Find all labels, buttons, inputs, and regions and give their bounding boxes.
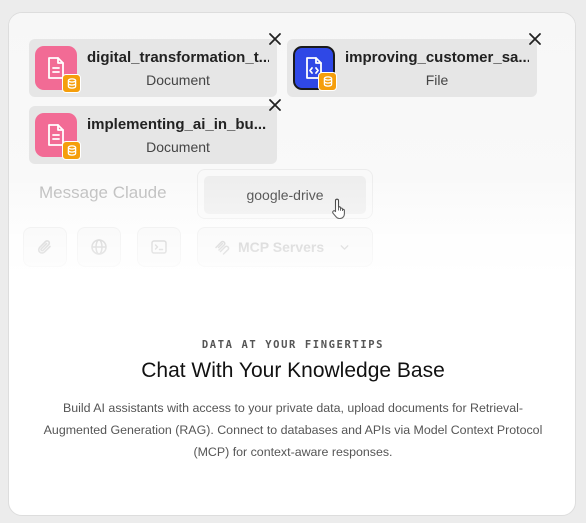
feature-card: digital_transformation_t... Document imp…	[8, 12, 576, 516]
attachment-type: Document	[146, 72, 210, 88]
terminal-button[interactable]	[137, 227, 181, 267]
paperclip-icon	[37, 240, 51, 254]
attachment-card[interactable]: implementing_ai_in_bu... Document	[29, 106, 277, 164]
chat-preview: digital_transformation_t... Document imp…	[9, 13, 575, 293]
database-icon	[62, 141, 81, 160]
close-icon[interactable]	[267, 97, 283, 113]
message-input[interactable]: Message Claude	[39, 183, 167, 203]
database-icon	[62, 74, 81, 93]
chevron-down-icon	[340, 244, 349, 250]
attachment-card[interactable]: improving_customer_sa... File	[287, 39, 537, 97]
globe-icon	[91, 239, 107, 255]
document-icon	[35, 46, 81, 93]
feature-eyebrow: DATA AT YOUR FINGERTIPS	[201, 339, 385, 351]
attachment-name: improving_customer_sa...	[345, 49, 529, 66]
mcp-servers-label: MCP Servers	[238, 239, 325, 255]
database-icon	[318, 72, 337, 91]
mcp-icon	[215, 240, 230, 255]
attachment-name: implementing_ai_in_bu...	[87, 116, 267, 133]
attachment-name: digital_transformation_t...	[87, 49, 269, 66]
feature-title: Chat With Your Knowledge Base	[141, 359, 445, 382]
feature-description: Build AI assistants with access to your …	[43, 401, 543, 459]
close-icon[interactable]	[267, 31, 283, 47]
mcp-servers-button[interactable]: MCP Servers	[197, 227, 373, 267]
attach-button[interactable]	[23, 227, 67, 267]
document-icon	[35, 113, 81, 160]
close-icon[interactable]	[527, 31, 543, 47]
attachment-type: Document	[146, 139, 210, 155]
attachment-type: File	[425, 72, 449, 88]
web-search-button[interactable]	[77, 227, 121, 267]
terminal-icon	[151, 240, 167, 254]
attachment-card[interactable]: digital_transformation_t... Document	[29, 39, 277, 97]
hand-pointer-icon	[332, 198, 345, 219]
file-code-icon	[293, 46, 337, 91]
